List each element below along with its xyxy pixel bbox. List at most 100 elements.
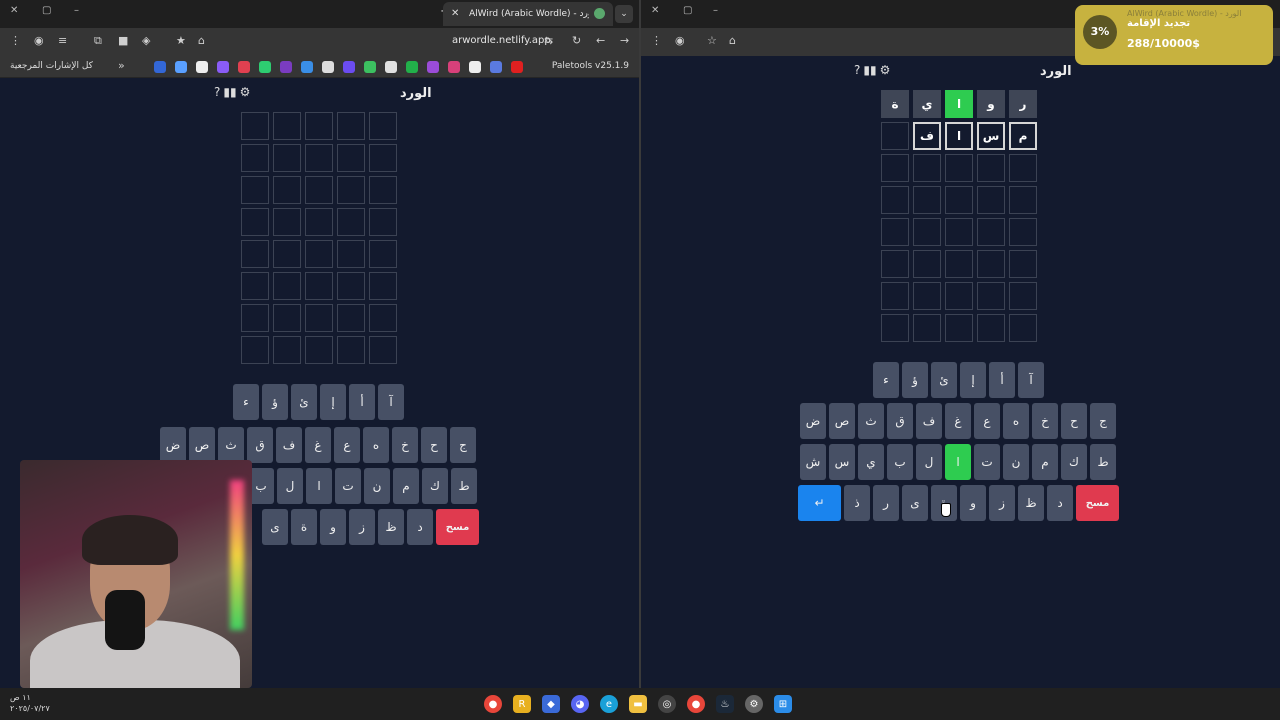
key-letter[interactable]: ؤ [902,362,928,398]
key-letter[interactable]: ئ [931,362,957,398]
key-letter[interactable]: ل [916,444,942,480]
url-text[interactable]: arwordle.netlify.app [452,35,551,46]
site-settings-icon[interactable]: ⌂ [198,34,205,47]
tune-icon[interactable]: ⇆ [544,34,553,47]
chrome-icon[interactable]: ● [484,695,502,713]
extension-icon[interactable]: ■ [118,34,128,47]
key-letter[interactable]: ض [800,403,826,439]
rockstar-icon[interactable]: R [513,695,531,713]
key-letter[interactable]: ص [829,403,855,439]
share-icon[interactable]: ⧉ [94,34,102,48]
key-letter[interactable]: خ [392,427,418,463]
bookmark-icon[interactable] [196,61,208,73]
bookmark-icon[interactable] [154,61,166,73]
settings-icon[interactable]: ⚙ [880,63,891,77]
key-letter[interactable]: م [393,468,419,504]
minimize-icon[interactable]: – [713,5,718,16]
bookmark-icon[interactable] [301,61,313,73]
bookmark-icon[interactable] [490,61,502,73]
key-letter[interactable]: ل [277,468,303,504]
steam-icon[interactable]: ♨ [716,695,734,713]
key-letter[interactable]: ع [974,403,1000,439]
key-letter[interactable]: ث [218,427,244,463]
key-delete[interactable]: مسح [1076,485,1119,521]
key-letter[interactable]: ط [1090,444,1116,480]
key-letter[interactable]: خ [1032,403,1058,439]
key-letter[interactable]: ه [1003,403,1029,439]
bookmark-icon[interactable] [511,61,523,73]
key-enter[interactable]: ↵ [798,485,841,521]
key-letter[interactable]: ن [1003,444,1029,480]
key-letter[interactable]: ج [450,427,476,463]
windows-start-icon[interactable]: ⊞ [774,695,792,713]
key-letter[interactable]: أ [989,362,1015,398]
stats-icon[interactable]: ▮▮ [223,85,236,99]
key-letter[interactable]: ء [873,362,899,398]
bookmark-icon[interactable] [427,61,439,73]
bookmark-icon[interactable] [175,61,187,73]
menu-icon[interactable]: ⋮ [651,34,662,47]
key-letter[interactable]: ط [451,468,477,504]
app-icon[interactable]: ◆ [542,695,560,713]
bookmark-icon[interactable] [238,61,250,73]
key-letter[interactable]: ف [276,427,302,463]
profile-icon[interactable]: ◉ [34,34,44,47]
bookmark-icon[interactable] [343,61,355,73]
settings-icon[interactable]: ⚙ [240,85,251,99]
close-window-icon[interactable]: ✕ [10,5,18,16]
key-letter[interactable]: ض [160,427,186,463]
help-icon[interactable]: ? [854,63,860,77]
star-icon[interactable]: ☆ [707,34,717,47]
key-letter[interactable]: د [407,509,433,545]
key-letter[interactable]: ر [873,485,899,521]
key-letter[interactable]: ظ [378,509,404,545]
bookmark-icon[interactable] [448,61,460,73]
key-letter[interactable]: ا [306,468,332,504]
key-letter[interactable]: ت [335,468,361,504]
key-letter[interactable]: ق [887,403,913,439]
bookmark-icon[interactable] [259,61,271,73]
tab-close-icon[interactable]: ✕ [451,2,459,26]
key-letter[interactable]: ظ [1018,485,1044,521]
bookmark-icon[interactable] [364,61,376,73]
bookmark-icon[interactable] [322,61,334,73]
key-letter[interactable]: ز [349,509,375,545]
key-letter[interactable]: أ [349,384,375,420]
edge-icon[interactable]: e [600,695,618,713]
key-letter[interactable]: س [829,444,855,480]
key-letter[interactable]: ن [364,468,390,504]
key-letter[interactable]: ء [233,384,259,420]
tab-alwird[interactable]: ✕ AlWird (Arabic Wordle) - الورد [443,2,613,26]
bookmarks-folder[interactable]: كل الإشارات المرجعية [10,61,93,71]
key-letter[interactable]: ج [1090,403,1116,439]
key-letter[interactable]: ع [334,427,360,463]
obs-icon[interactable]: ◎ [658,695,676,713]
folder-icon[interactable]: ▬ [629,695,647,713]
key-letter[interactable]: ف [916,403,942,439]
help-icon[interactable]: ? [214,85,220,99]
reload-icon[interactable]: ↻ [572,34,581,47]
key-letter[interactable]: ق [247,427,273,463]
key-letter[interactable]: د [1047,485,1073,521]
key-letter[interactable]: إ [320,384,346,420]
back-icon[interactable]: → [620,34,629,47]
maximize-icon[interactable]: ▢ [42,5,51,16]
paletools-bookmark[interactable]: Paletools v25.1.9 [552,61,629,71]
key-delete[interactable]: مسح [436,509,479,545]
key-letter[interactable]: آ [378,384,404,420]
star-icon[interactable]: ★ [176,34,186,47]
key-letter[interactable]: ح [421,427,447,463]
key-letter[interactable]: ى [902,485,928,521]
maximize-icon[interactable]: ▢ [683,5,692,16]
key-letter[interactable]: و [960,485,986,521]
key-letter[interactable]: ص [189,427,215,463]
key-letter[interactable]: ه [363,427,389,463]
menu-icon[interactable]: ⋮ [10,34,21,47]
key-letter[interactable]: ي [858,444,884,480]
key-letter[interactable]: ك [1061,444,1087,480]
bookmarks-overflow-icon[interactable]: » [118,59,125,72]
key-letter[interactable]: ت [974,444,1000,480]
key-letter[interactable]: ى [262,509,288,545]
key-letter[interactable]: و [320,509,346,545]
site-settings-icon[interactable]: ⌂ [729,34,736,47]
